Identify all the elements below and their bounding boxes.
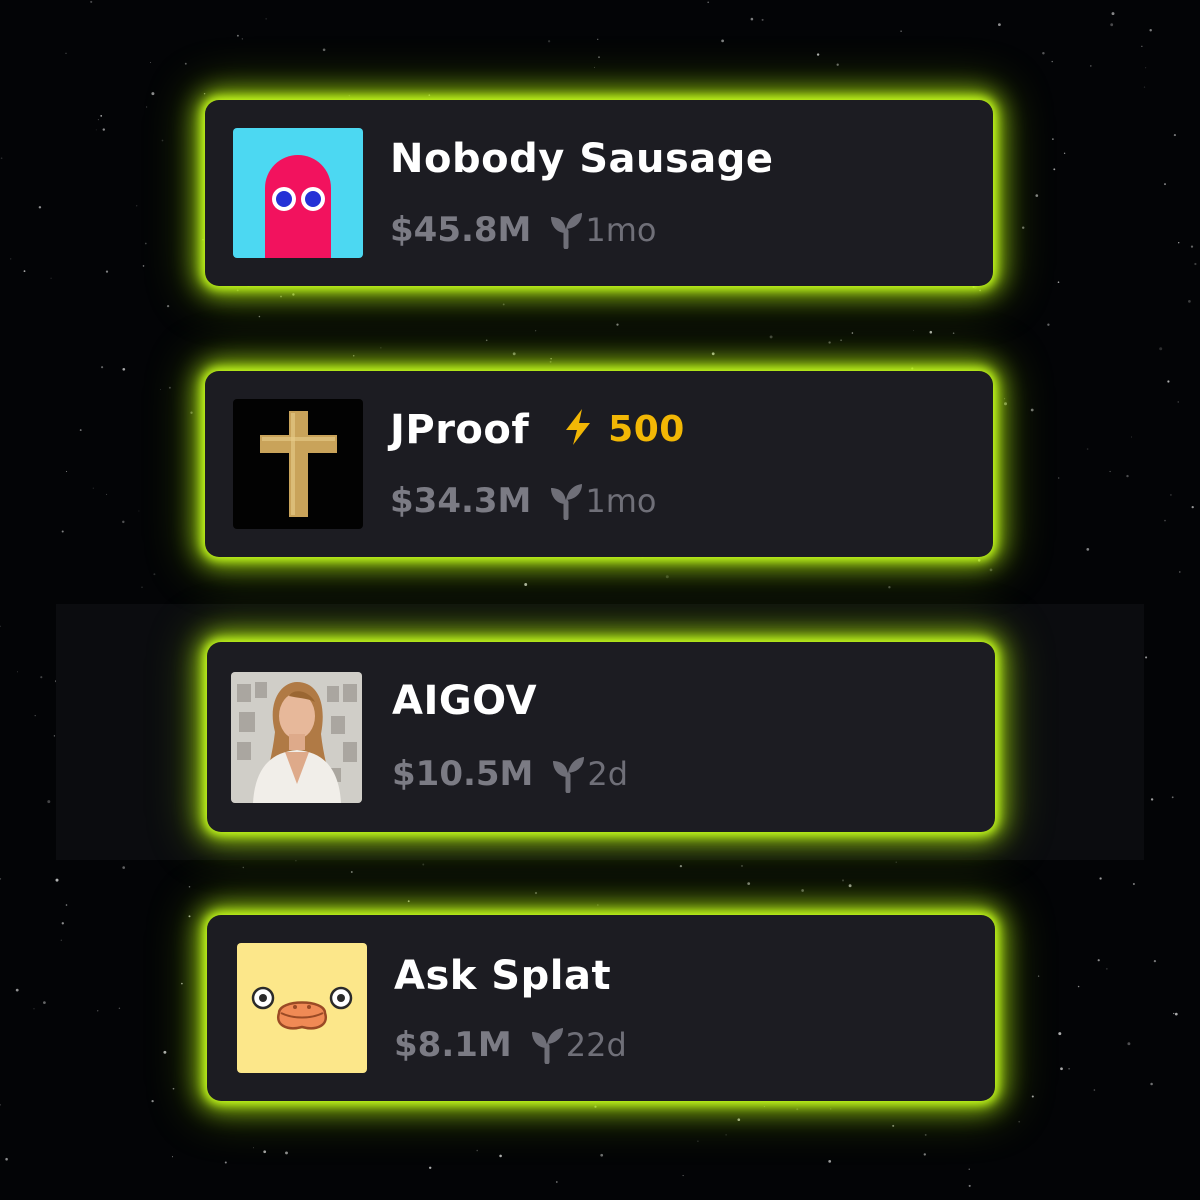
lightning-bolt-icon bbox=[565, 409, 590, 445]
token-name-row: JProof 500 bbox=[390, 407, 685, 453]
boost-count: 500 bbox=[608, 409, 685, 450]
token-card-ask-splat[interactable]: Ask Splat $8.1M 22d bbox=[207, 915, 995, 1101]
token-card-aigov[interactable]: AIGOV $10.5M 2d bbox=[207, 642, 995, 832]
token-name: JProof bbox=[390, 407, 530, 453]
token-age: 1mo bbox=[585, 482, 657, 520]
token-name: AIGOV bbox=[392, 678, 538, 724]
token-meta: $10.5M 2d bbox=[392, 752, 628, 796]
token-meta: $34.3M 1mo bbox=[390, 479, 657, 523]
sprout-icon bbox=[553, 757, 585, 793]
woman-photo-avatar bbox=[231, 672, 362, 803]
pink-ghost-avatar bbox=[233, 128, 363, 258]
sprout-icon bbox=[531, 1028, 563, 1064]
gold-cross-avatar bbox=[233, 399, 363, 529]
token-card-nobody-sausage[interactable]: Nobody Sausage $45.8M 1mo bbox=[205, 100, 993, 286]
token-meta: $8.1M 22d bbox=[394, 1023, 627, 1067]
token-meta: $45.8M 1mo bbox=[390, 208, 657, 252]
token-name: Ask Splat bbox=[394, 953, 612, 999]
sprout-icon bbox=[551, 484, 583, 520]
token-age: 2d bbox=[587, 755, 629, 793]
market-cap: $8.1M bbox=[394, 1025, 512, 1065]
token-age: 22d bbox=[565, 1026, 627, 1064]
duck-face-avatar bbox=[237, 943, 367, 1073]
token-name: Nobody Sausage bbox=[390, 136, 774, 182]
token-age: 1mo bbox=[585, 211, 657, 249]
market-cap: $45.8M bbox=[390, 210, 532, 250]
market-cap: $10.5M bbox=[392, 754, 534, 794]
market-cap: $34.3M bbox=[390, 481, 532, 521]
token-card-jproof[interactable]: JProof 500 $34.3M 1mo bbox=[205, 371, 993, 557]
sprout-icon bbox=[551, 213, 583, 249]
